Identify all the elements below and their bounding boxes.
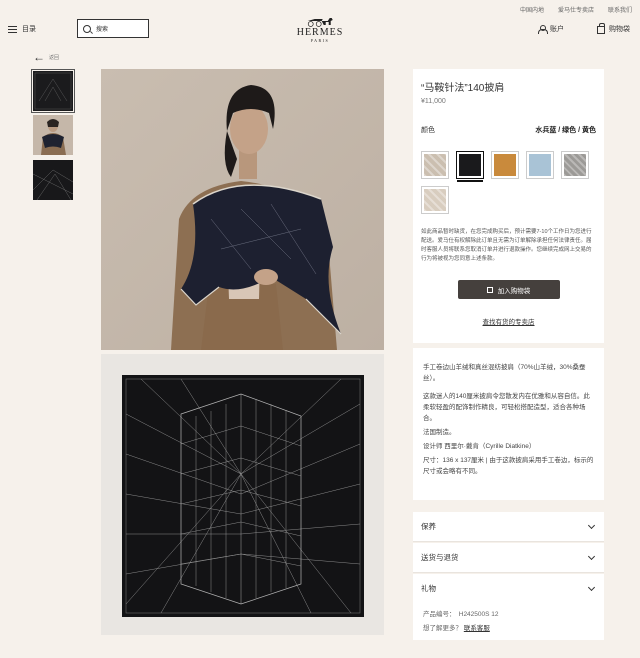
- description-origin: 法国制造。: [423, 429, 456, 436]
- swatch-fill: [424, 154, 446, 176]
- chevron-down-icon: [587, 552, 596, 560]
- search-icon: [83, 24, 91, 33]
- logo-sub: PARIS: [310, 38, 330, 43]
- top-link-region[interactable]: 中国内地: [520, 5, 544, 14]
- product-title: “马鞍针法”140披肩: [421, 83, 505, 94]
- color-row: 颜色 水兵蓝 / 绿色 / 黄色: [421, 125, 596, 135]
- product-image-model: [101, 69, 384, 350]
- search-placeholder: 搜索: [96, 27, 109, 33]
- product-description: 手工卷边山羊绒和真丝混纺披肩（70%山羊绒，30%桑蚕丝）。 这款迷人的140厘…: [413, 348, 604, 500]
- account-label: 账户: [550, 26, 564, 33]
- description-detail: 这款迷人的140厘米披肩令您散发内在优雅和从容自信。此柔软轻盈的配饰制作精良，可…: [423, 393, 590, 422]
- find-store-link[interactable]: 查找有货的专卖店: [421, 316, 596, 326]
- color-swatch-5[interactable]: [561, 151, 589, 179]
- help-row: 想了解更多？ 联系客服: [423, 622, 594, 636]
- description-designer: 设计师 西里尔·戴肯（Cyrille Diatkine）: [423, 443, 536, 450]
- thumbnail-scarf-detail[interactable]: [33, 160, 73, 200]
- product-panel: “马鞍针法”140披肩 ¥11,000 颜色 水兵蓝 / 绿色 / 黄色 如此商…: [413, 69, 604, 343]
- shopping-bag-icon: [597, 23, 605, 34]
- product-code: 产品编号： H242500S 12: [423, 611, 499, 618]
- help-question: 想了解更多？: [423, 625, 462, 632]
- back-label: 返回: [49, 54, 60, 61]
- color-swatch-6[interactable]: [421, 186, 449, 214]
- product-info-footer: 产品编号： H242500S 12 想了解更多？ 联系客服: [413, 598, 604, 640]
- description-size: 尺寸：136 x 137厘米 | 由于这款披肩采用手工卷边，标示的尺寸或会略有不…: [423, 457, 594, 475]
- brand-logo[interactable]: HERMES PARIS: [297, 16, 344, 43]
- color-label: 颜色: [421, 127, 435, 134]
- thumbnail-scarf-flat[interactable]: [31, 69, 75, 113]
- menu-button[interactable]: 目录: [8, 24, 36, 34]
- accordion-delivery[interactable]: 送货与退货: [413, 543, 604, 573]
- top-link-contact[interactable]: 联系我们: [608, 5, 632, 14]
- account-button[interactable]: 账户: [538, 24, 564, 34]
- color-swatch-1[interactable]: [421, 151, 449, 179]
- thumbnail-model[interactable]: [33, 115, 73, 155]
- color-swatches: [421, 151, 599, 214]
- color-value: 水兵蓝 / 绿色 / 黄色: [535, 127, 596, 134]
- hamburger-icon: [8, 25, 17, 33]
- add-to-cart-button[interactable]: 加入购物袋: [457, 280, 560, 299]
- top-links: 中国内地 爱马仕专卖店 联系我们: [520, 5, 632, 14]
- back-link[interactable]: ← 返回: [33, 50, 60, 64]
- color-swatch-2[interactable]: [456, 151, 484, 182]
- chevron-down-icon: [587, 583, 596, 591]
- accordion-delivery-label: 送货与退货: [421, 553, 459, 562]
- carriage-icon: [308, 18, 333, 27]
- swatch-fill: [494, 154, 516, 176]
- arrow-left-icon: ←: [33, 50, 45, 64]
- top-link-stores[interactable]: 爱马仕专卖店: [558, 5, 594, 14]
- product-image-scarf: [101, 354, 384, 635]
- description-material: 手工卷边山羊绒和真丝混纺披肩（70%山羊绒，30%桑蚕丝）。: [423, 364, 586, 382]
- cart-label: 购物袋: [609, 26, 630, 33]
- shopping-bag-icon: [486, 286, 493, 293]
- swatch-fill: [424, 189, 446, 211]
- color-swatch-4[interactable]: [526, 151, 554, 179]
- logo-name: HERMES: [296, 27, 344, 38]
- contact-support-link[interactable]: 联系客服: [464, 625, 490, 632]
- chevron-down-icon: [587, 521, 596, 529]
- accordion-gift-label: 礼物: [421, 584, 436, 593]
- swatch-fill: [529, 154, 551, 176]
- accordion-care-label: 保养: [421, 522, 436, 531]
- menu-label: 目录: [22, 26, 36, 33]
- cart-button[interactable]: 购物袋: [597, 23, 630, 34]
- stock-notice: 如此商品暂时缺货，在您完成购买后，预计需要7-10个工作日为您进行配送。爱马仕有…: [421, 229, 592, 262]
- user-icon: [538, 24, 548, 34]
- add-to-cart-label: 加入购物袋: [497, 287, 531, 295]
- color-swatch-3[interactable]: [491, 151, 519, 179]
- swatch-fill: [459, 154, 481, 176]
- product-price: ¥11,000: [421, 98, 446, 105]
- swatch-fill: [564, 154, 586, 176]
- search-input[interactable]: 搜索: [77, 19, 149, 38]
- accordion-care[interactable]: 保养: [413, 512, 604, 542]
